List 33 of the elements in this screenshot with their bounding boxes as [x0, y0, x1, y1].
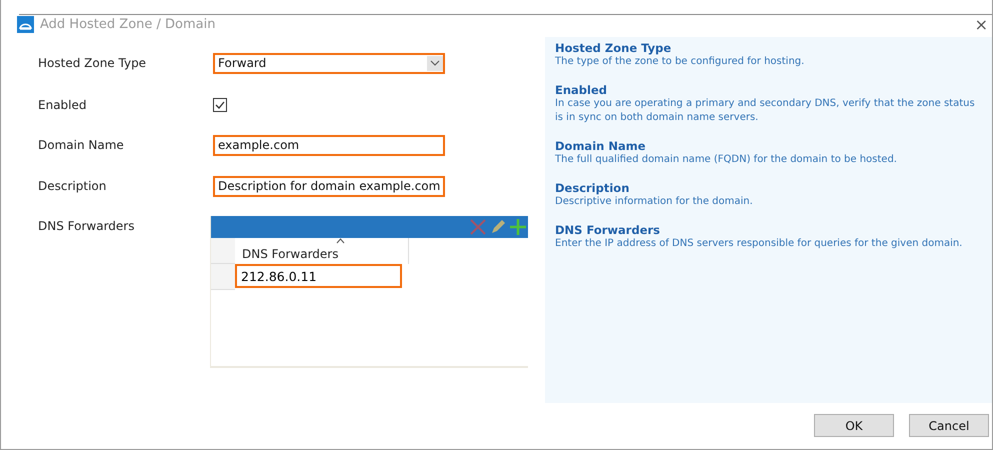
help-title: DNS Forwarders: [555, 223, 662, 237]
ok-button[interactable]: OK: [814, 414, 894, 437]
delete-icon[interactable]: [469, 218, 487, 236]
domain-name-field[interactable]: example.com: [213, 134, 445, 156]
dns-app-icon: [17, 16, 34, 34]
field-label: Domain Name: [38, 138, 125, 152]
field-label: Enabled: [38, 98, 88, 112]
add-icon[interactable]: [509, 218, 527, 236]
pencil-icon[interactable]: [489, 218, 507, 236]
column-header[interactable]: DNS Forwarders: [235, 238, 409, 264]
row-header: [211, 238, 235, 264]
description-field[interactable]: Description for domain example.com: [213, 176, 445, 196]
help-title: Description: [555, 181, 630, 195]
enabled-checkbox[interactable]: [213, 98, 227, 112]
table-cell[interactable]: 212.86.0.11: [235, 264, 402, 288]
help-text: Enter the IP address of DNS servers responsible for queries for the given domain.: [555, 237, 964, 251]
help-title: Domain Name: [555, 139, 646, 153]
window-title: Add Hosted Zone / Domain: [40, 17, 216, 32]
help-title: Hosted Zone Type: [555, 41, 672, 55]
row-header[interactable]: [211, 264, 235, 290]
field-label: Hosted Zone Type: [38, 56, 148, 70]
help-text: Descriptive information for the domain.: [555, 195, 754, 209]
close-button[interactable]: ×: [974, 15, 992, 34]
cancel-button[interactable]: Cancel: [909, 414, 989, 437]
help-text: In case you are operating a primary and secondary DNS, verify that the zone status is in sync on both domain name servers.: [555, 97, 976, 125]
field-label: Description: [38, 179, 108, 193]
help-title: Enabled: [555, 83, 608, 97]
field-label: DNS Forwarders: [38, 219, 136, 233]
help-text: The full qualified domain name (FQDN) for the domain to be hosted.: [555, 153, 898, 167]
zone-type-dropdown[interactable]: Forward: [213, 52, 445, 74]
sort-caret-icon: [336, 238, 345, 244]
chevron-down-icon: [430, 60, 440, 66]
help-text: The type of the zone to be configured for hosting.: [555, 55, 806, 69]
